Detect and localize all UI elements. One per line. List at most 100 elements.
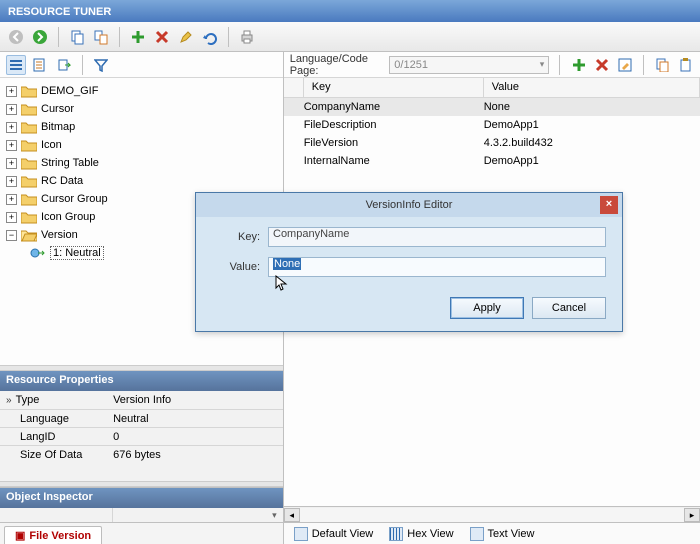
- tree-item[interactable]: DEMO_GIF: [2, 82, 281, 100]
- scroll-track[interactable]: [300, 508, 684, 522]
- resource-properties-header: Resource Properties: [0, 371, 283, 391]
- folder-icon: [21, 138, 37, 152]
- undo-icon[interactable]: [200, 27, 220, 47]
- add-icon[interactable]: [570, 55, 587, 75]
- folder-icon: [21, 174, 37, 188]
- table-row[interactable]: FileVersion4.3.2.build432: [284, 134, 700, 152]
- tree-toolbar: [0, 52, 283, 78]
- view-tabs: Default View Hex View Text View: [284, 522, 700, 544]
- table-row[interactable]: FileDescriptionDemoApp1: [284, 116, 700, 134]
- delete-icon[interactable]: [152, 27, 172, 47]
- view-tree-icon[interactable]: [30, 55, 50, 75]
- col-value-header[interactable]: Value: [484, 78, 700, 97]
- toolbar-separator: [119, 27, 120, 47]
- expand-icon[interactable]: [6, 194, 17, 205]
- expand-icon[interactable]: [6, 86, 17, 97]
- prop-key: Language: [20, 413, 69, 425]
- folder-open-icon: [21, 228, 37, 242]
- chevron-right-icon[interactable]: »: [6, 395, 12, 406]
- tree-label: Cursor: [41, 103, 74, 115]
- tree-label: String Table: [41, 157, 99, 169]
- chevron-down-icon: ▾: [540, 59, 545, 70]
- copy-entry-icon[interactable]: [654, 55, 671, 75]
- edit-icon[interactable]: [176, 27, 196, 47]
- col-key-header[interactable]: Key: [304, 78, 484, 97]
- tree-item[interactable]: Icon: [2, 136, 281, 154]
- table-row[interactable]: CompanyNameNone: [284, 98, 700, 116]
- tab-default-view[interactable]: Default View: [290, 525, 378, 543]
- paste-entry-icon[interactable]: [677, 55, 694, 75]
- edit-entry-icon[interactable]: [616, 55, 633, 75]
- value-text: None: [273, 258, 301, 270]
- cancel-button[interactable]: Cancel: [532, 297, 606, 319]
- value-label: Value:: [212, 261, 260, 273]
- tree-label: RC Data: [41, 175, 83, 187]
- tree-item[interactable]: Bitmap: [2, 118, 281, 136]
- close-button[interactable]: ×: [600, 196, 618, 214]
- chevron-down-icon[interactable]: ▾: [272, 510, 277, 521]
- prop-key: Size Of Data: [20, 449, 82, 461]
- expand-icon[interactable]: [6, 122, 17, 133]
- key-field[interactable]: CompanyName: [268, 227, 606, 247]
- toolbar-separator: [228, 27, 229, 47]
- collapse-icon[interactable]: [6, 230, 17, 241]
- print-icon[interactable]: [237, 27, 257, 47]
- tree-item[interactable]: Cursor: [2, 100, 281, 118]
- view-tab-label: Hex View: [407, 528, 453, 540]
- scroll-left-icon[interactable]: ◂: [284, 508, 300, 522]
- lang-select[interactable]: 0/1251 ▾: [389, 56, 549, 74]
- delete-icon[interactable]: [593, 55, 610, 75]
- tree-label: Icon: [41, 139, 62, 151]
- copy-multi-icon[interactable]: [91, 27, 111, 47]
- key-label: Key:: [212, 231, 260, 243]
- dialog-titlebar[interactable]: VersionInfo Editor ×: [196, 193, 622, 217]
- key-value: CompanyName: [273, 228, 349, 240]
- tab-text-view[interactable]: Text View: [466, 525, 539, 543]
- expand-icon[interactable]: [6, 104, 17, 115]
- prop-row: Size Of Data 676 bytes: [0, 445, 283, 463]
- tree-label: 1: Neutral: [50, 246, 104, 260]
- add-icon[interactable]: [128, 27, 148, 47]
- copy-icon[interactable]: [67, 27, 87, 47]
- apply-label: Apply: [473, 302, 501, 314]
- expand-icon[interactable]: [6, 158, 17, 169]
- versioninfo-editor-dialog: VersionInfo Editor × Key: CompanyName Va…: [195, 192, 623, 332]
- toolbar-separator: [643, 55, 644, 75]
- expand-icon[interactable]: [6, 140, 17, 151]
- table-row[interactable]: InternalNameDemoApp1: [284, 152, 700, 170]
- folder-icon: [21, 210, 37, 224]
- kv-table[interactable]: CompanyNameNone FileDescriptionDemoApp1 …: [284, 98, 700, 170]
- expand-icon[interactable]: [6, 176, 17, 187]
- view-list-icon[interactable]: [6, 55, 26, 75]
- export-icon[interactable]: [54, 55, 74, 75]
- tree-label: Cursor Group: [41, 193, 108, 205]
- expand-icon[interactable]: [6, 212, 17, 223]
- hex-view-icon: [389, 527, 403, 541]
- filter-icon[interactable]: [91, 55, 111, 75]
- object-inspector-panel: Object Inspector ▾: [0, 487, 283, 522]
- main-toolbar: [0, 22, 700, 52]
- cell-value: None: [484, 101, 700, 113]
- toolbar-separator: [559, 55, 560, 75]
- tab-file-version[interactable]: ▣File Version: [4, 526, 102, 544]
- horizontal-scrollbar[interactable]: ◂ ▸: [284, 506, 700, 522]
- back-icon[interactable]: [6, 27, 26, 47]
- folder-icon: [21, 84, 37, 98]
- value-field[interactable]: None: [268, 257, 606, 277]
- tree-item[interactable]: String Table: [2, 154, 281, 172]
- forward-icon[interactable]: [30, 27, 50, 47]
- app-titlebar: RESOURCE TUNER: [0, 0, 700, 22]
- scroll-right-icon[interactable]: ▸: [684, 508, 700, 522]
- version-item-icon: [30, 246, 46, 260]
- tree-item[interactable]: RC Data: [2, 172, 281, 190]
- view-tab-label: Default View: [312, 528, 374, 540]
- apply-button[interactable]: Apply: [450, 297, 524, 319]
- lang-value: 0/1251: [394, 59, 428, 71]
- cell-key: InternalName: [304, 155, 484, 167]
- tab-hex-view[interactable]: Hex View: [385, 525, 457, 543]
- folder-icon: [21, 156, 37, 170]
- tree-label: Version: [41, 229, 78, 241]
- cell-value: DemoApp1: [484, 155, 700, 167]
- left-bottom-tabs: ▣File Version: [0, 522, 283, 544]
- lang-label: Language/Code Page:: [290, 53, 384, 77]
